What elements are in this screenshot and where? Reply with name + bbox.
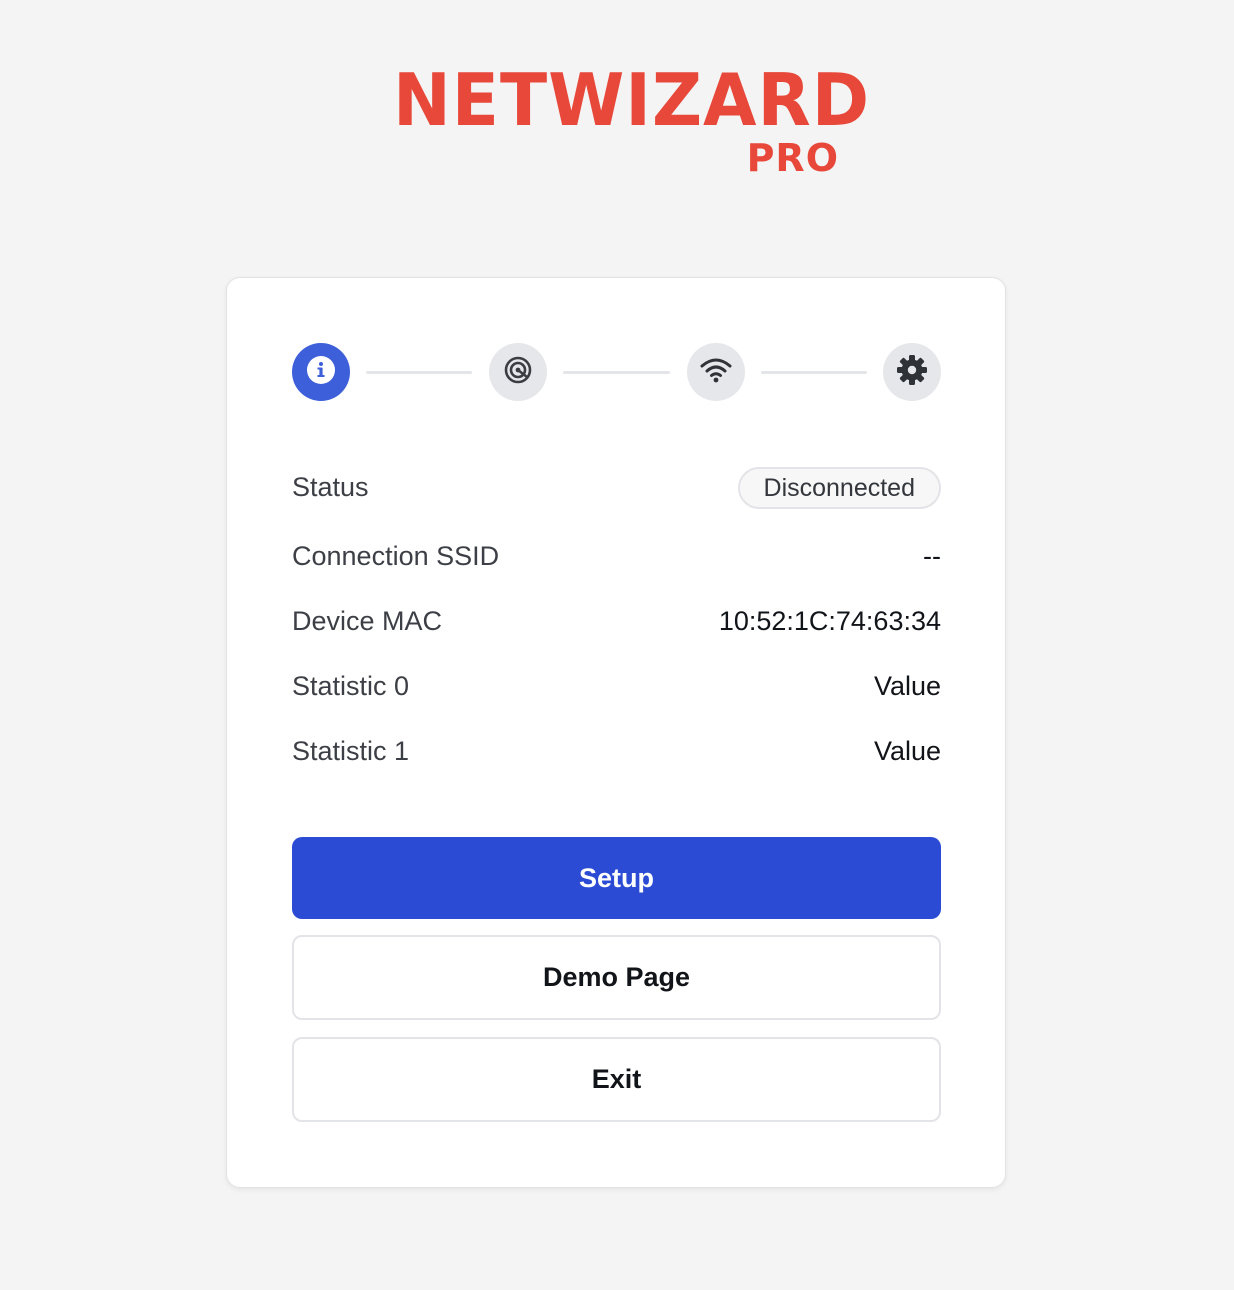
statistic-1-row: Statistic 1 Value	[292, 731, 941, 771]
ssid-row: Connection SSID --	[292, 536, 941, 576]
page: NETWIZARD PRO Status Disconnected Connec…	[0, 0, 1234, 1290]
mac-value: 10:52:1C:74:63:34	[718, 606, 941, 636]
step-settings[interactable]	[883, 343, 941, 401]
status-card: Status Disconnected Connection SSID -- D…	[226, 277, 1006, 1188]
statistic-1-label: Statistic 1	[292, 736, 410, 766]
status-row: Status Disconnected	[292, 467, 941, 511]
step-wifi[interactable]	[687, 343, 745, 401]
exit-button[interactable]: Exit	[292, 1037, 941, 1122]
logo-wordmark: NETWIZARD	[393, 58, 871, 142]
step-info[interactable]	[292, 343, 350, 401]
statistic-1-value: Value	[873, 736, 941, 766]
step-connector	[761, 371, 867, 374]
status-label: Status	[292, 472, 369, 502]
gear-icon	[895, 353, 929, 392]
step-connector	[366, 371, 472, 374]
step-discover[interactable]	[489, 343, 547, 401]
wifi-icon	[699, 355, 733, 390]
mac-row: Device MAC 10:52:1C:74:63:34	[292, 601, 941, 641]
statistic-0-label: Statistic 0	[292, 671, 410, 701]
target-icon	[503, 355, 533, 390]
statistic-0-row: Statistic 0 Value	[292, 666, 941, 706]
ssid-label: Connection SSID	[292, 541, 500, 571]
logo-edition: PRO	[746, 136, 839, 180]
setup-button[interactable]: Setup	[292, 837, 941, 919]
demo-page-button[interactable]: Demo Page	[292, 935, 941, 1020]
status-badge: Disconnected	[737, 467, 941, 509]
step-connector	[563, 371, 670, 374]
mac-label: Device MAC	[292, 606, 443, 636]
info-icon	[305, 354, 337, 391]
statistic-0-value: Value	[873, 671, 941, 701]
setup-stepper	[292, 343, 941, 401]
ssid-value: --	[923, 541, 941, 571]
netwizard-logo: NETWIZARD PRO	[393, 64, 869, 180]
